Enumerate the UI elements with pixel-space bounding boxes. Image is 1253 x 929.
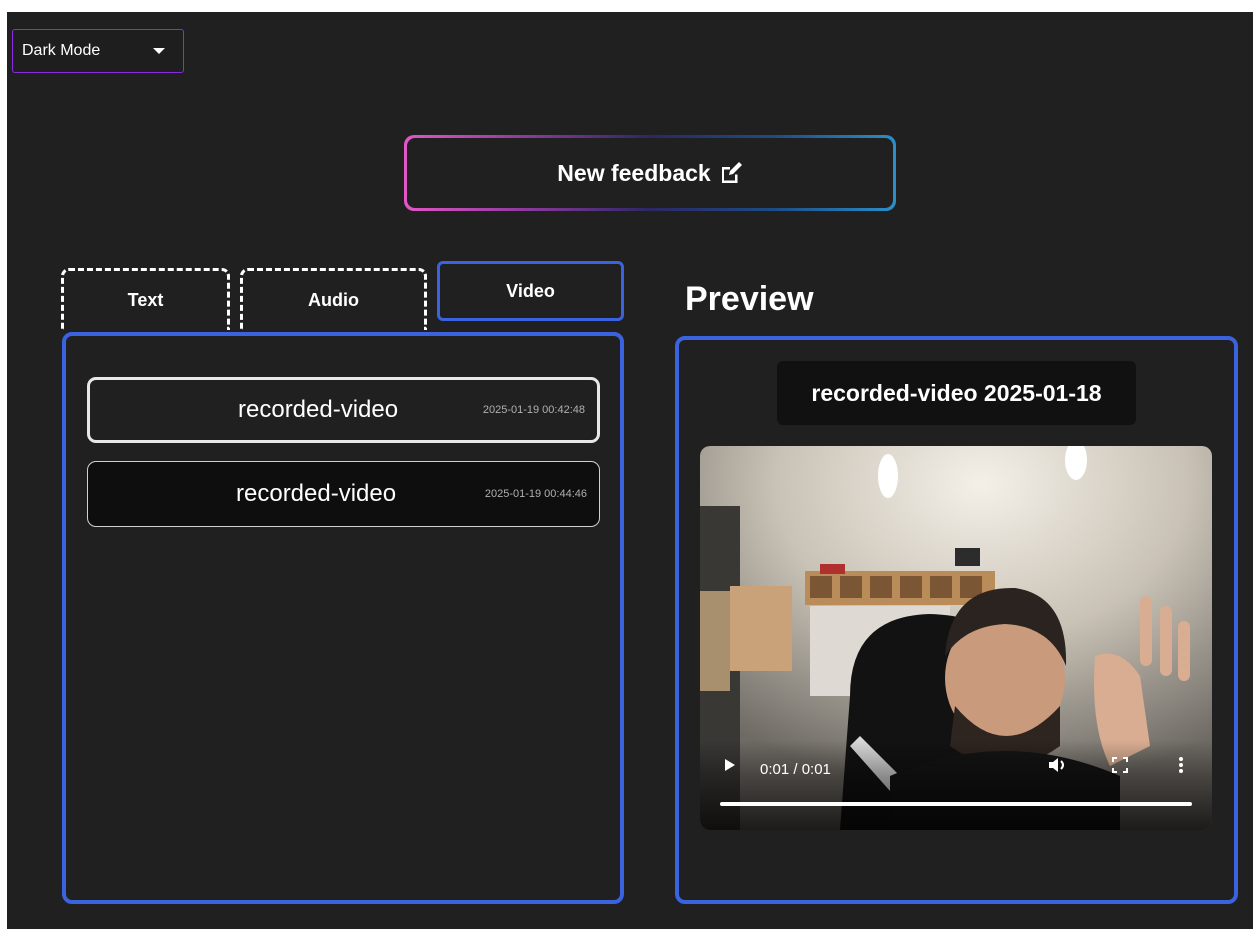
- recordings-panel: recorded-video 2025-01-19 00:42:48 recor…: [62, 332, 624, 904]
- recording-name: recorded-video: [238, 396, 399, 423]
- recording-name: recorded-video: [236, 480, 397, 507]
- caret-down-icon: [153, 48, 165, 54]
- edit-icon: [721, 162, 742, 183]
- preview-panel: recorded-video 2025-01-18 0:01 / 0:01: [675, 336, 1238, 904]
- recording-date: 2025-01-19 00:44:46: [484, 488, 587, 500]
- new-feedback-label: New feedback: [557, 159, 711, 186]
- progress-bar[interactable]: [720, 802, 1192, 806]
- volume-icon[interactable]: [1048, 757, 1068, 778]
- tab-video-label: Video: [506, 280, 555, 301]
- recording-item[interactable]: recorded-video 2025-01-19 00:42:48: [87, 377, 600, 443]
- video-player[interactable]: 0:01 / 0:01: [700, 446, 1212, 830]
- fullscreen-icon[interactable]: [1112, 757, 1128, 778]
- video-controls: 0:01 / 0:01: [700, 740, 1212, 830]
- tab-audio[interactable]: Audio: [240, 268, 427, 330]
- play-icon[interactable]: [724, 758, 736, 777]
- tab-audio-label: Audio: [308, 290, 359, 310]
- theme-select-value: Dark Mode: [22, 42, 101, 59]
- playback-time: 0:01 / 0:01: [760, 761, 831, 778]
- more-options-icon[interactable]: [1178, 757, 1184, 778]
- theme-select[interactable]: Dark Mode: [12, 29, 184, 73]
- tab-text[interactable]: Text: [61, 268, 230, 330]
- recording-item[interactable]: recorded-video 2025-01-19 00:44:46: [87, 461, 600, 527]
- video-title: recorded-video 2025-01-18: [777, 361, 1136, 425]
- tab-text-label: Text: [127, 290, 164, 310]
- app-container: Dark Mode New feedback Text Audio Video …: [7, 12, 1253, 929]
- new-feedback-button[interactable]: New feedback: [404, 135, 896, 211]
- preview-heading: Preview: [685, 280, 814, 318]
- recording-date: 2025-01-19 00:42:48: [482, 404, 585, 416]
- tab-video[interactable]: Video: [437, 261, 624, 321]
